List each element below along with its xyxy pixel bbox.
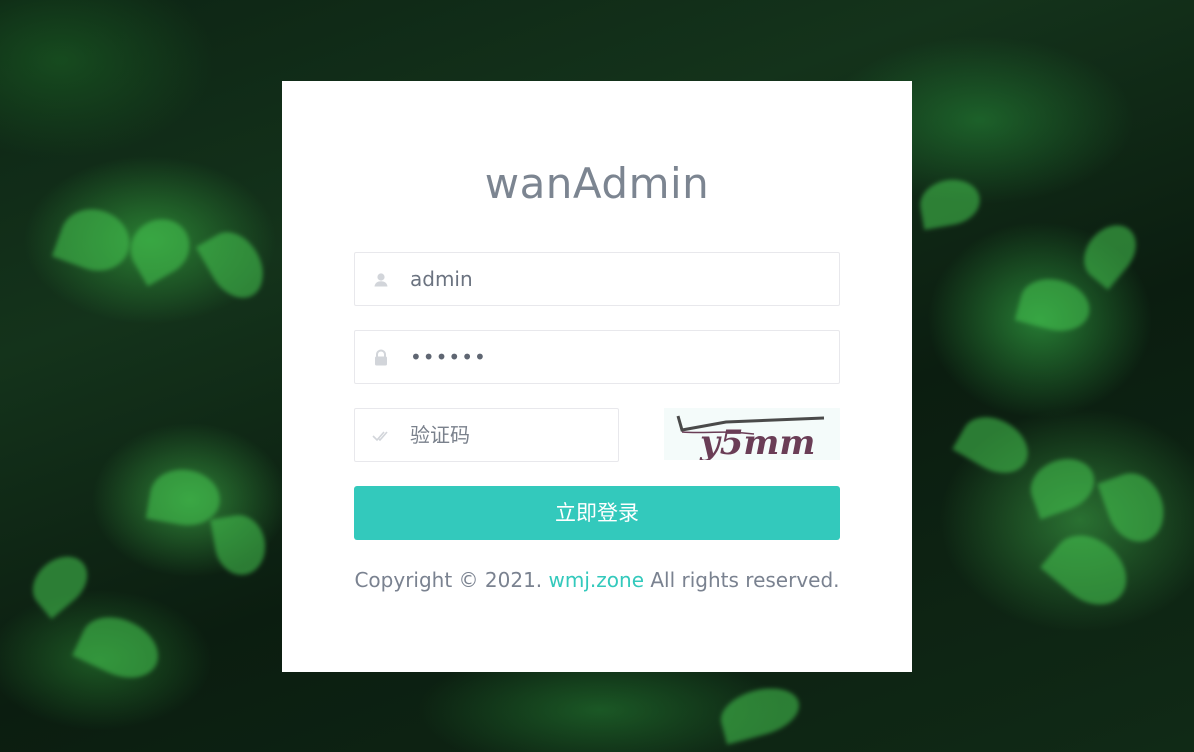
login-card: wanAdmin admin •••••• 验证码 y5mm 立即登录 Copy… bbox=[282, 81, 912, 672]
password-field[interactable]: •••••• bbox=[354, 330, 840, 384]
clover-leaf bbox=[120, 208, 200, 287]
clover-leaf bbox=[1073, 215, 1147, 290]
clover-leaf bbox=[1097, 465, 1173, 550]
captcha-placeholder: 验证码 bbox=[410, 423, 470, 447]
captcha-text: y5mm bbox=[699, 423, 815, 460]
user-icon bbox=[371, 270, 391, 290]
password-value: •••••• bbox=[410, 345, 487, 369]
app-title: wanAdmin bbox=[484, 159, 710, 208]
captcha-field[interactable]: 验证码 bbox=[354, 408, 619, 462]
username-field[interactable]: admin bbox=[354, 252, 840, 306]
copyright-suffix: All rights reserved. bbox=[644, 568, 840, 592]
clover-leaf bbox=[22, 545, 98, 620]
clover-leaf bbox=[210, 511, 270, 579]
check-icon bbox=[371, 426, 391, 446]
site-link[interactable]: wmj.zone bbox=[549, 568, 644, 592]
login-button[interactable]: 立即登录 bbox=[354, 486, 840, 540]
lock-icon bbox=[371, 348, 391, 368]
clover-leaf bbox=[952, 405, 1038, 485]
clover-leaf bbox=[1014, 271, 1096, 339]
clover-leaf bbox=[51, 199, 139, 281]
username-value: admin bbox=[410, 267, 473, 291]
clover-leaf bbox=[715, 680, 805, 745]
clover-leaf bbox=[916, 175, 984, 230]
clover-leaf bbox=[195, 222, 275, 308]
clover-leaf bbox=[1023, 450, 1102, 520]
copyright: Copyright © 2021. wmj.zone All rights re… bbox=[282, 568, 912, 592]
copyright-prefix: Copyright © 2021. bbox=[354, 568, 549, 592]
clover-leaf bbox=[72, 605, 168, 690]
captcha-image[interactable]: y5mm bbox=[664, 408, 840, 463]
